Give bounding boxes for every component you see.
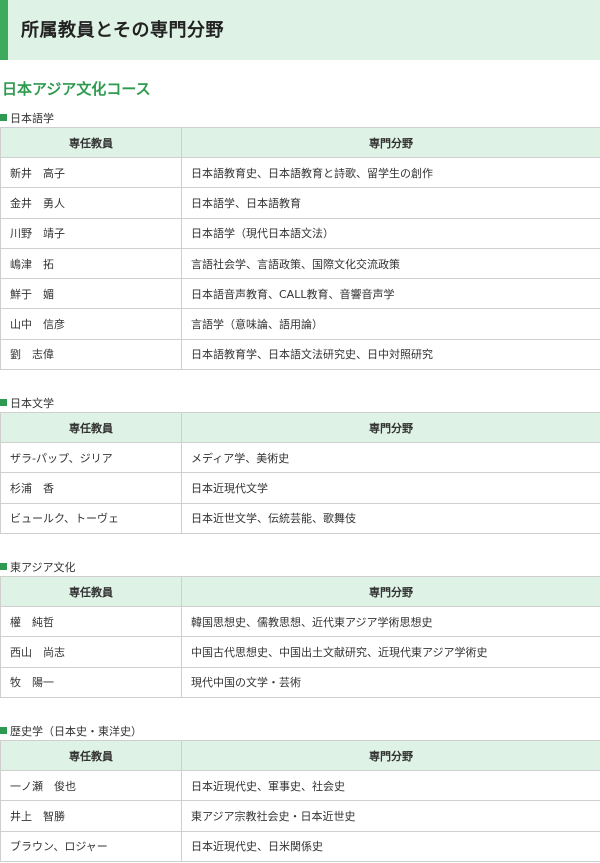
teacher-name-cell: ビュールク、トーヴェ bbox=[0, 502, 182, 534]
table-row: 西山 尚志 中国古代思想史、中国出土文献研究、近現代東アジア学術史 bbox=[0, 636, 600, 668]
table-header-row: 専任教員 専門分野 bbox=[0, 127, 600, 158]
table-row: 山中 信彦 言語学（意味論、語用論） bbox=[0, 308, 600, 340]
teacher-name-cell: 金井 勇人 bbox=[0, 187, 182, 219]
teacher-name-cell: 新井 高子 bbox=[0, 156, 182, 189]
specialty-field-cell: 日本近現代文学 bbox=[181, 472, 600, 504]
section-label: 歴史学（日本史・東洋史） bbox=[0, 723, 142, 739]
specialty-field-cell: 中国古代思想史、中国出土文献研究、近現代東アジア学術史 bbox=[181, 636, 600, 668]
staff-table: 専任教員 専門分野 一ノ瀬 俊也 日本近現代史、軍事史、社会史 井上 智勝 東アジア宗… bbox=[0, 740, 600, 862]
specialty-field-cell: 東アジア宗教社会史・日本近世史 bbox=[181, 800, 600, 832]
table-row: 鮮于 媚日本語音声教育、CALL教育、音響音声学 bbox=[0, 278, 600, 310]
field-column-header: 専門分野 bbox=[181, 576, 600, 607]
specialty-field-cell: 現代中国の文学・芸術 bbox=[181, 666, 600, 698]
teacher-column-header: 専任教員 bbox=[0, 127, 182, 158]
teacher-name-cell: 權 純哲 bbox=[0, 605, 182, 638]
specialty-field-cell: 日本語学、日本語教育 bbox=[181, 187, 600, 219]
teacher-name-cell: 川野 靖子 bbox=[0, 217, 182, 249]
section-label: 東アジア文化 bbox=[0, 559, 76, 575]
table-row: 杉浦 香日本近現代文学 bbox=[0, 472, 600, 504]
teacher-name-cell: 井上 智勝 bbox=[0, 800, 182, 832]
square-bullet-icon bbox=[0, 114, 7, 121]
specialty-field-cell: 日本語教育学、日本語文法研究史、日中対照研究 bbox=[181, 338, 600, 371]
table-row: 牧 陽一 現代中国の文学・芸術 bbox=[0, 666, 600, 698]
page-title: 所属教員とその専門分野 bbox=[21, 20, 224, 41]
specialty-field-cell: 言語社会学、言語政策、国際文化交流政策 bbox=[181, 247, 600, 280]
table-row: 權 純哲 韓国思想史、儒教思想、近代東アジア学術思想史 bbox=[0, 605, 600, 638]
staff-table: 専任教員 専門分野 新井 高子 日本語教育史、日本語教育と詩歌、留学生の創作 金井 … bbox=[0, 127, 600, 371]
teacher-column-header: 専任教員 bbox=[0, 412, 182, 443]
specialty-field-cell: 日本語教育史、日本語教育と詩歌、留学生の創作 bbox=[181, 156, 600, 189]
square-bullet-icon bbox=[0, 399, 7, 406]
table-row: 劉 志偉 日本語教育学、日本語文法研究史、日中対照研究 bbox=[0, 338, 600, 371]
specialty-field-cell: 日本近世文学、伝統芸能、歌舞伎 bbox=[181, 502, 600, 534]
teacher-name-cell: 山中 信彦 bbox=[0, 308, 182, 340]
specialty-field-cell: 日本近現代史、日米関係史 bbox=[181, 830, 600, 862]
staff-table: 専任教員 専門分野 權 純哲 韓国思想史、儒教思想、近代東アジア学術思想史 西山 尚… bbox=[0, 576, 600, 698]
teacher-column-header: 専任教員 bbox=[0, 576, 182, 607]
specialty-field-cell: 韓国思想史、儒教思想、近代東アジア学術思想史 bbox=[181, 605, 600, 638]
specialty-field-cell: メディア学、美術史 bbox=[181, 441, 600, 474]
table-row: ビュールク、トーヴェ 日本近世文学、伝統芸能、歌舞伎 bbox=[0, 502, 600, 534]
square-bullet-icon bbox=[0, 727, 7, 734]
course-title: 日本アジア文化コース bbox=[2, 80, 151, 98]
specialty-field-cell: 日本語音声教育、CALL教育、音響音声学 bbox=[181, 278, 600, 310]
table-row: 川野 靖子 日本語学（現代日本語文法） bbox=[0, 217, 600, 249]
teacher-name-cell: 杉浦 香 bbox=[0, 472, 182, 504]
section-label: 日本語学 bbox=[0, 110, 54, 126]
table-row: 井上 智勝 東アジア宗教社会史・日本近世史 bbox=[0, 800, 600, 832]
table-row: 嶋津 拓言語社会学、言語政策、国際文化交流政策 bbox=[0, 247, 600, 280]
page-header: 所属教員とその専門分野 bbox=[0, 0, 600, 60]
table-header-row: 専任教員 専門分野 bbox=[0, 740, 600, 771]
table-row: ブラウン、ロジャー 日本近現代史、日米関係史 bbox=[0, 830, 600, 862]
specialty-field-cell: 日本近現代史、軍事史、社会史 bbox=[181, 769, 600, 802]
table-row: ザラ-パップ、ジリア メディア学、美術史 bbox=[0, 441, 600, 474]
teacher-name-cell: 西山 尚志 bbox=[0, 636, 182, 668]
teacher-name-cell: 一ノ瀬 俊也 bbox=[0, 769, 182, 802]
table-row: 金井 勇人 日本語学、日本語教育 bbox=[0, 187, 600, 219]
field-column-header: 専門分野 bbox=[181, 740, 600, 771]
table-header-row: 専任教員 専門分野 bbox=[0, 412, 600, 443]
table-row: 一ノ瀬 俊也 日本近現代史、軍事史、社会史 bbox=[0, 769, 600, 802]
teacher-name-cell: 鮮于 媚 bbox=[0, 278, 182, 310]
teacher-name-cell: ザラ-パップ、ジリア bbox=[0, 441, 182, 474]
staff-table: 専任教員 専門分野 ザラ-パップ、ジリア メディア学、美術史 杉浦 香日本近現代文学… bbox=[0, 412, 600, 534]
table-header-row: 専任教員 専門分野 bbox=[0, 576, 600, 607]
field-column-header: 専門分野 bbox=[181, 412, 600, 443]
table-row: 新井 高子 日本語教育史、日本語教育と詩歌、留学生の創作 bbox=[0, 156, 600, 189]
teacher-name-cell: 劉 志偉 bbox=[0, 338, 182, 371]
field-column-header: 専門分野 bbox=[181, 127, 600, 158]
teacher-name-cell: 嶋津 拓 bbox=[0, 247, 182, 280]
teacher-name-cell: ブラウン、ロジャー bbox=[0, 830, 182, 862]
square-bullet-icon bbox=[0, 563, 7, 570]
teacher-column-header: 専任教員 bbox=[0, 740, 182, 771]
specialty-field-cell: 言語学（意味論、語用論） bbox=[181, 308, 600, 340]
specialty-field-cell: 日本語学（現代日本語文法） bbox=[181, 217, 600, 249]
teacher-name-cell: 牧 陽一 bbox=[0, 666, 182, 698]
section-label: 日本文学 bbox=[0, 395, 54, 411]
